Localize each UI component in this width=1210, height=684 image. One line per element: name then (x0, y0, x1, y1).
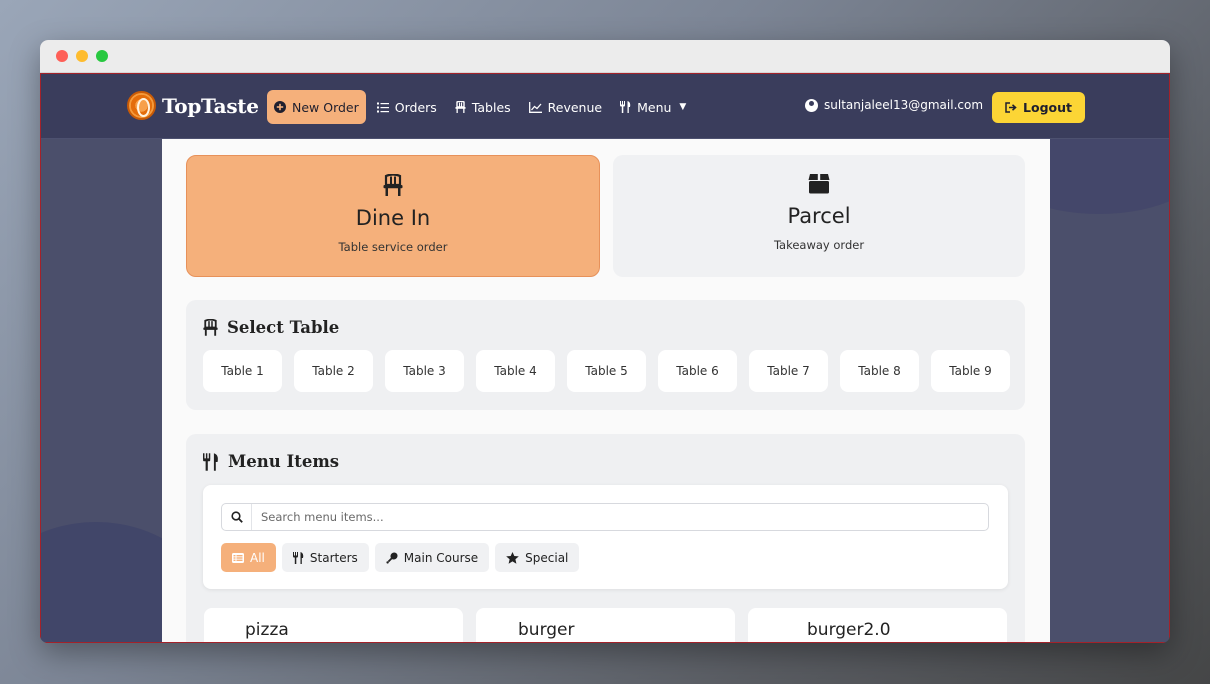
table-button[interactable]: Table 4 (476, 350, 555, 392)
nav-orders-label: Orders (394, 99, 437, 115)
table-button[interactable]: Table 5 (567, 350, 646, 392)
dine-in-title: Dine In (355, 206, 431, 230)
utensils-icon (620, 101, 631, 113)
table-button[interactable]: Table 9 (931, 350, 1010, 392)
chair-icon (203, 319, 218, 336)
table-button[interactable]: Table 7 (749, 350, 828, 392)
list-icon (232, 552, 244, 563)
chart-line-icon (528, 101, 542, 113)
brand-name: TopTaste (162, 93, 259, 118)
star-icon (506, 551, 519, 564)
filter-special-label: Special (525, 550, 569, 565)
user-info: sultanjaleel13@gmail.com (805, 98, 983, 112)
table-button[interactable]: Table 3 (385, 350, 464, 392)
minimize-window-button[interactable] (76, 50, 88, 62)
select-table-title: Select Table (227, 318, 340, 337)
menu-search-input[interactable] (252, 510, 988, 524)
nav-revenue[interactable]: Revenue (522, 90, 609, 124)
nav-menu-dropdown[interactable]: Menu ▼ (613, 90, 693, 124)
chair-icon (455, 101, 466, 113)
menu-search (221, 503, 989, 531)
menu-item-name: burger2.0 (807, 620, 891, 640)
nav-new-order[interactable]: New Order (267, 90, 366, 124)
nav-links: New Order Orders Tables Revenue Menu ▼ (267, 90, 693, 124)
maximize-window-button[interactable] (96, 50, 108, 62)
caret-down-icon: ▼ (679, 102, 687, 112)
menu-items-title: Menu Items (228, 452, 340, 471)
table-button[interactable]: Table 2 (294, 350, 373, 392)
parcel-card[interactable]: Parcel Takeaway order (613, 155, 1025, 277)
nav-revenue-label: Revenue (547, 99, 603, 115)
plus-circle-icon (274, 101, 286, 113)
table-button[interactable]: Table 1 (203, 350, 282, 392)
select-table-section: Select Table Table 1 Table 2 Table 3 Tab… (186, 300, 1025, 410)
parcel-subtitle: Takeaway order (773, 238, 865, 252)
user-email: sultanjaleel13@gmail.com (824, 98, 984, 112)
menu-item-card[interactable]: burger2.0 (748, 608, 1007, 642)
table-button[interactable]: Table 6 (658, 350, 737, 392)
close-window-button[interactable] (56, 50, 68, 62)
list-icon (376, 102, 389, 112)
filter-main-course-button[interactable]: Main Course (374, 543, 490, 572)
nav-new-order-label: New Order (292, 99, 359, 115)
nav-tables-label: Tables (471, 99, 511, 115)
utensils-icon (203, 452, 218, 471)
menu-item-name: burger (518, 620, 575, 640)
nav-tables[interactable]: Tables (448, 90, 518, 124)
menu-item-name: pizza (245, 620, 289, 640)
utensils-icon (292, 551, 304, 564)
search-icon (230, 511, 243, 523)
filter-starters-label: Starters (309, 550, 358, 565)
box-icon (808, 173, 830, 194)
page-viewport: TopTaste New Order Orders Tables Revenue… (40, 73, 1170, 643)
navbar: TopTaste New Order Orders Tables Revenue… (41, 74, 1169, 139)
menu-items-heading: Menu Items (203, 452, 339, 471)
parcel-title: Parcel (787, 204, 851, 228)
filter-starters-button[interactable]: Starters (281, 543, 369, 572)
sign-out-icon (1005, 102, 1017, 113)
category-filters: All Starters Main Course Special (221, 543, 580, 572)
menu-item-grid: pizza burger burger2.0 (204, 608, 1007, 642)
nav-menu-label: Menu (637, 99, 672, 115)
dine-in-card[interactable]: Dine In Table service order (186, 155, 600, 277)
brand-link[interactable]: TopTaste (127, 91, 259, 120)
table-list: Table 1 Table 2 Table 3 Table 4 Table 5 … (203, 350, 1010, 392)
menu-item-card[interactable]: burger (476, 608, 735, 642)
menu-filter-panel: All Starters (203, 485, 1008, 589)
filter-all-button[interactable]: All (221, 543, 276, 572)
nav-orders[interactable]: Orders (370, 90, 444, 124)
filter-special-button[interactable]: Special (495, 543, 580, 572)
select-table-heading: Select Table (203, 318, 339, 337)
dine-in-subtitle: Table service order (338, 240, 448, 254)
window-titlebar (40, 40, 1170, 73)
logout-button[interactable]: Logout (992, 92, 1085, 123)
filter-all-label: All (250, 550, 265, 565)
search-icon-addon (222, 504, 252, 530)
chair-icon (383, 174, 403, 196)
menu-items-section: Menu Items Search menu items... All Star… (186, 434, 1025, 642)
logout-label: Logout (1023, 100, 1072, 115)
brand-logo-icon (127, 91, 156, 120)
drumstick-icon (386, 552, 398, 564)
table-button[interactable]: Table 8 (840, 350, 919, 392)
browser-window: TopTaste New Order Orders Tables Revenue… (40, 40, 1170, 643)
order-type-selector: Dine In Table service order Parcel Takea… (186, 155, 1025, 277)
user-circle-icon (805, 98, 818, 112)
menu-item-card[interactable]: pizza (204, 608, 463, 642)
filter-main-course-label: Main Course (403, 550, 479, 565)
main-content: Dine In Table service order Parcel Takea… (162, 139, 1050, 642)
